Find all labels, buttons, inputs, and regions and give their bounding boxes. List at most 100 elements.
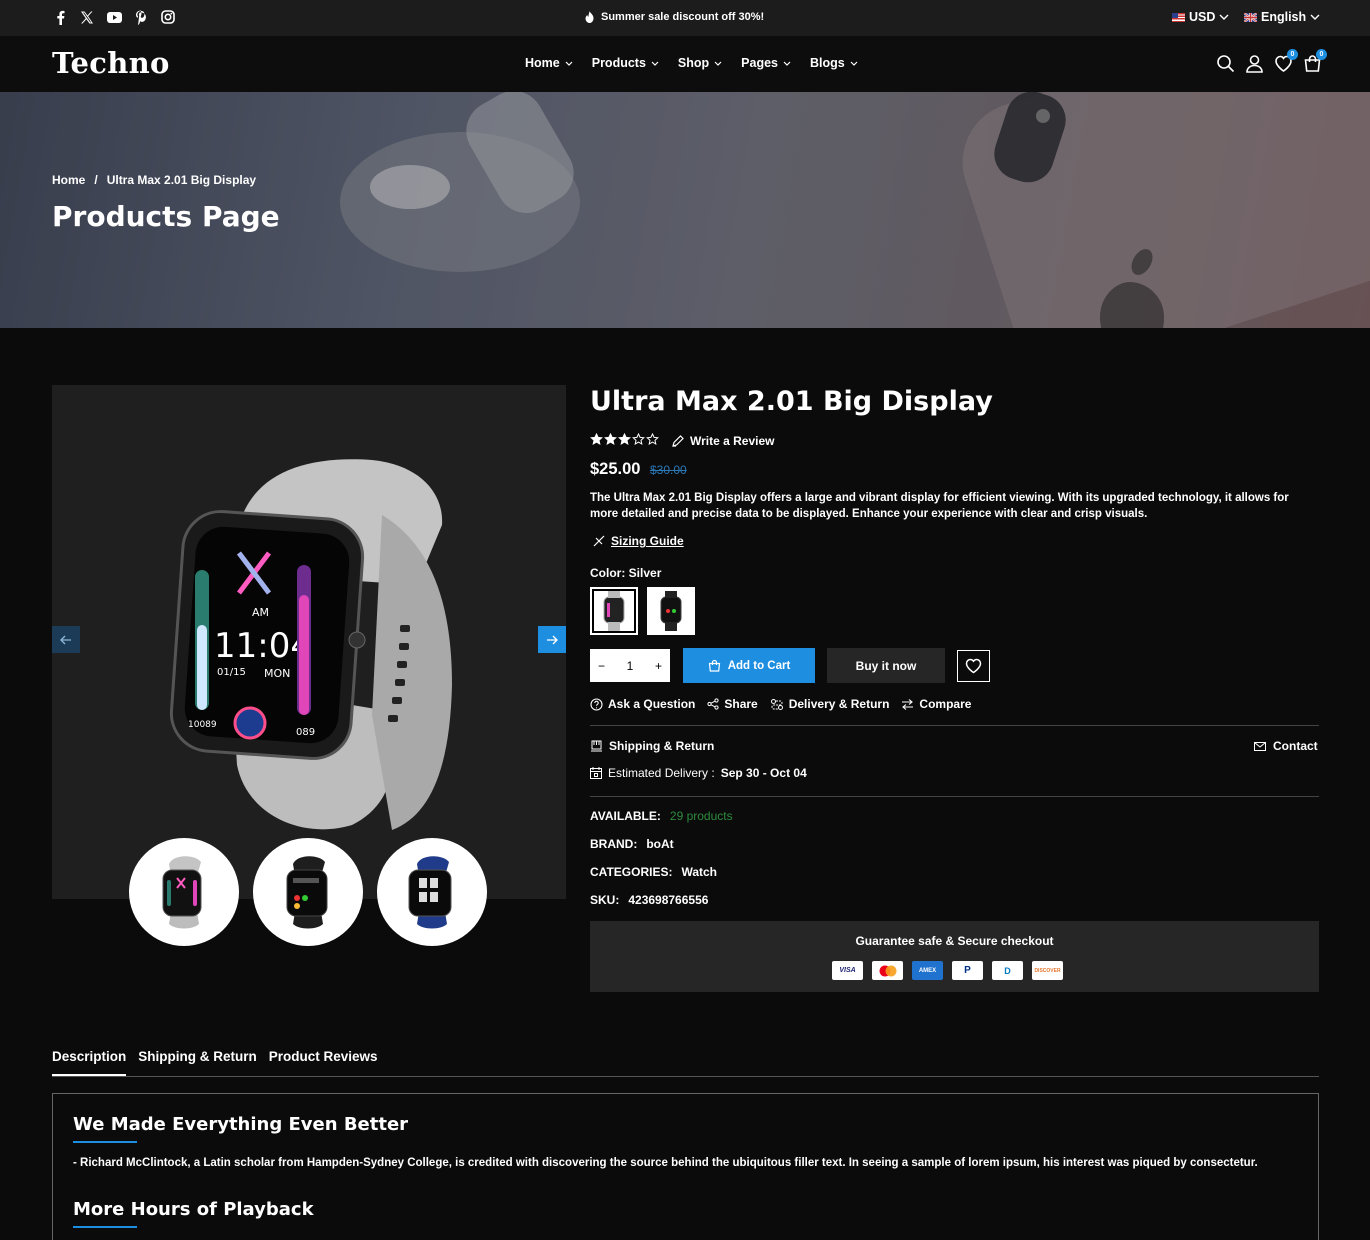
thumbnail-black[interactable]: [253, 838, 363, 946]
quantity-value[interactable]: 1: [627, 659, 634, 673]
buy-now-button[interactable]: Buy it now: [827, 648, 945, 683]
pinterest-icon[interactable]: [133, 9, 149, 25]
arrow-left-icon: [60, 635, 71, 644]
top-bar: Summer sale discount off 30%! USD Englis…: [0, 0, 1370, 36]
color-label-value: Silver: [628, 566, 662, 580]
cart-icon[interactable]: 0: [1303, 49, 1327, 73]
sizing-guide-label: Sizing Guide: [611, 534, 684, 548]
action-label: Share: [724, 697, 758, 711]
user-icon[interactable]: [1245, 54, 1264, 73]
star-rating: [590, 433, 659, 446]
brand-row: BRAND: boAt: [590, 837, 674, 851]
gallery-next-button[interactable]: [538, 626, 566, 653]
action-label: Delivery & Return: [788, 697, 890, 711]
pencil-icon: [672, 434, 684, 447]
sku-value: 423698766556: [628, 893, 709, 907]
svg-text:MON: MON: [264, 667, 290, 680]
color-swatch-silver[interactable]: [590, 587, 638, 635]
thumbnail-silver[interactable]: [129, 838, 239, 946]
main-nav: Home Products Shop Pages Blogs: [525, 56, 858, 70]
sku-row: SKU: 423698766556: [590, 893, 708, 907]
categories-value: Watch: [681, 865, 718, 879]
main-header: Techno Home Products Shop Pages Blogs 0 …: [0, 36, 1370, 92]
uk-flag-icon: [1244, 12, 1257, 22]
star-filled-icon: [590, 433, 603, 445]
nav-blogs[interactable]: Blogs: [810, 56, 858, 70]
question-circle-icon: [590, 697, 603, 711]
watch-thumbnail-image: [408, 856, 452, 929]
nav-products[interactable]: Products: [592, 56, 659, 70]
heading-underline: [73, 1141, 137, 1143]
product-price: $25.00: [590, 460, 641, 478]
nav-shop[interactable]: Shop: [678, 56, 722, 70]
sizing-guide-link[interactable]: Sizing Guide: [593, 534, 684, 548]
estimated-delivery-label: Estimated Delivery :: [608, 766, 715, 780]
contact-label: Contact: [1273, 739, 1318, 753]
nav-label: Products: [591, 56, 646, 70]
watch-thumbnail-image: [162, 856, 202, 929]
action-label: Ask a Question: [608, 697, 696, 711]
quantity-stepper[interactable]: − 1 +: [590, 649, 670, 682]
calendar-icon: [590, 767, 602, 779]
tab-product-reviews[interactable]: Product Reviews: [269, 1049, 378, 1076]
x-twitter-icon[interactable]: [79, 9, 95, 25]
chevron-down-icon: [565, 61, 573, 66]
star-filled-icon: [618, 433, 631, 445]
thumbnail-blue[interactable]: [377, 838, 487, 946]
gallery-prev-button[interactable]: [52, 626, 80, 653]
tab-description[interactable]: Description: [52, 1049, 127, 1076]
add-to-cart-label: Add to Cart: [727, 659, 791, 672]
language-selector[interactable]: English: [1244, 10, 1320, 24]
star-empty-icon: [646, 433, 659, 445]
svg-text:01/15: 01/15: [217, 667, 246, 678]
search-icon[interactable]: [1216, 54, 1235, 73]
delivery-return-link[interactable]: Delivery & Return: [770, 697, 890, 711]
facebook-icon[interactable]: [52, 9, 68, 25]
heading-underline: [73, 1226, 137, 1228]
star-empty-icon: [632, 433, 645, 445]
ask-question-link[interactable]: Ask a Question: [590, 697, 695, 711]
availability-value: 29 products: [669, 809, 733, 823]
write-review-link[interactable]: Write a Review: [671, 434, 774, 448]
product-tabs: Description Shipping & Return Product Re…: [52, 1049, 378, 1076]
nav-home[interactable]: Home: [525, 56, 573, 70]
compare-link[interactable]: Compare: [901, 697, 971, 711]
page-hero: Home / Ultra Max 2.01 Big Display Produc…: [0, 92, 1370, 328]
social-links: [52, 9, 176, 25]
youtube-icon[interactable]: [106, 9, 122, 25]
chevron-down-icon: [714, 61, 722, 66]
compare-icon: [902, 698, 914, 710]
add-to-cart-button[interactable]: Add to Cart: [683, 648, 815, 683]
diners-card-icon: D: [992, 961, 1023, 980]
tab-shipping-return[interactable]: Shipping & Return: [138, 1049, 257, 1076]
breadcrumb-home[interactable]: Home: [52, 173, 85, 187]
mastercard-card-icon: [872, 961, 903, 980]
section-heading: More Hours of Playback: [73, 1199, 314, 1220]
meta-label: SKU:: [590, 893, 620, 907]
product-old-price: $30.00: [650, 463, 687, 477]
nav-label: Blogs: [810, 56, 845, 70]
share-link[interactable]: Share: [707, 697, 758, 711]
watch-swatch-image: [660, 591, 682, 631]
site-logo[interactable]: Techno: [52, 46, 170, 80]
discover-card-icon: DISCOVER: [1032, 961, 1063, 980]
add-to-wishlist-button[interactable]: [957, 650, 990, 682]
meta-label: BRAND:: [590, 837, 638, 851]
decrease-button[interactable]: −: [598, 659, 605, 673]
currency-selector[interactable]: USD: [1172, 10, 1229, 24]
chevron-down-icon: [783, 61, 791, 66]
shipping-return-label: Shipping & Return: [609, 739, 715, 753]
increase-button[interactable]: +: [655, 659, 662, 673]
wishlist-icon[interactable]: 0: [1274, 49, 1298, 73]
meta-label: AVAILABLE:: [590, 809, 661, 823]
color-swatch-black[interactable]: [647, 587, 695, 635]
shipping-return-row[interactable]: Shipping & Return: [590, 739, 714, 753]
contact-link[interactable]: Contact: [1254, 739, 1318, 753]
instagram-icon[interactable]: [160, 9, 176, 25]
language-label: English: [1261, 10, 1307, 24]
section-heading: We Made Everything Even Better: [73, 1114, 409, 1135]
color-label-key: Color:: [590, 566, 626, 580]
nav-pages[interactable]: Pages: [741, 56, 791, 70]
breadcrumb-separator: /: [94, 173, 98, 187]
watch-swatch-image: [603, 591, 625, 631]
